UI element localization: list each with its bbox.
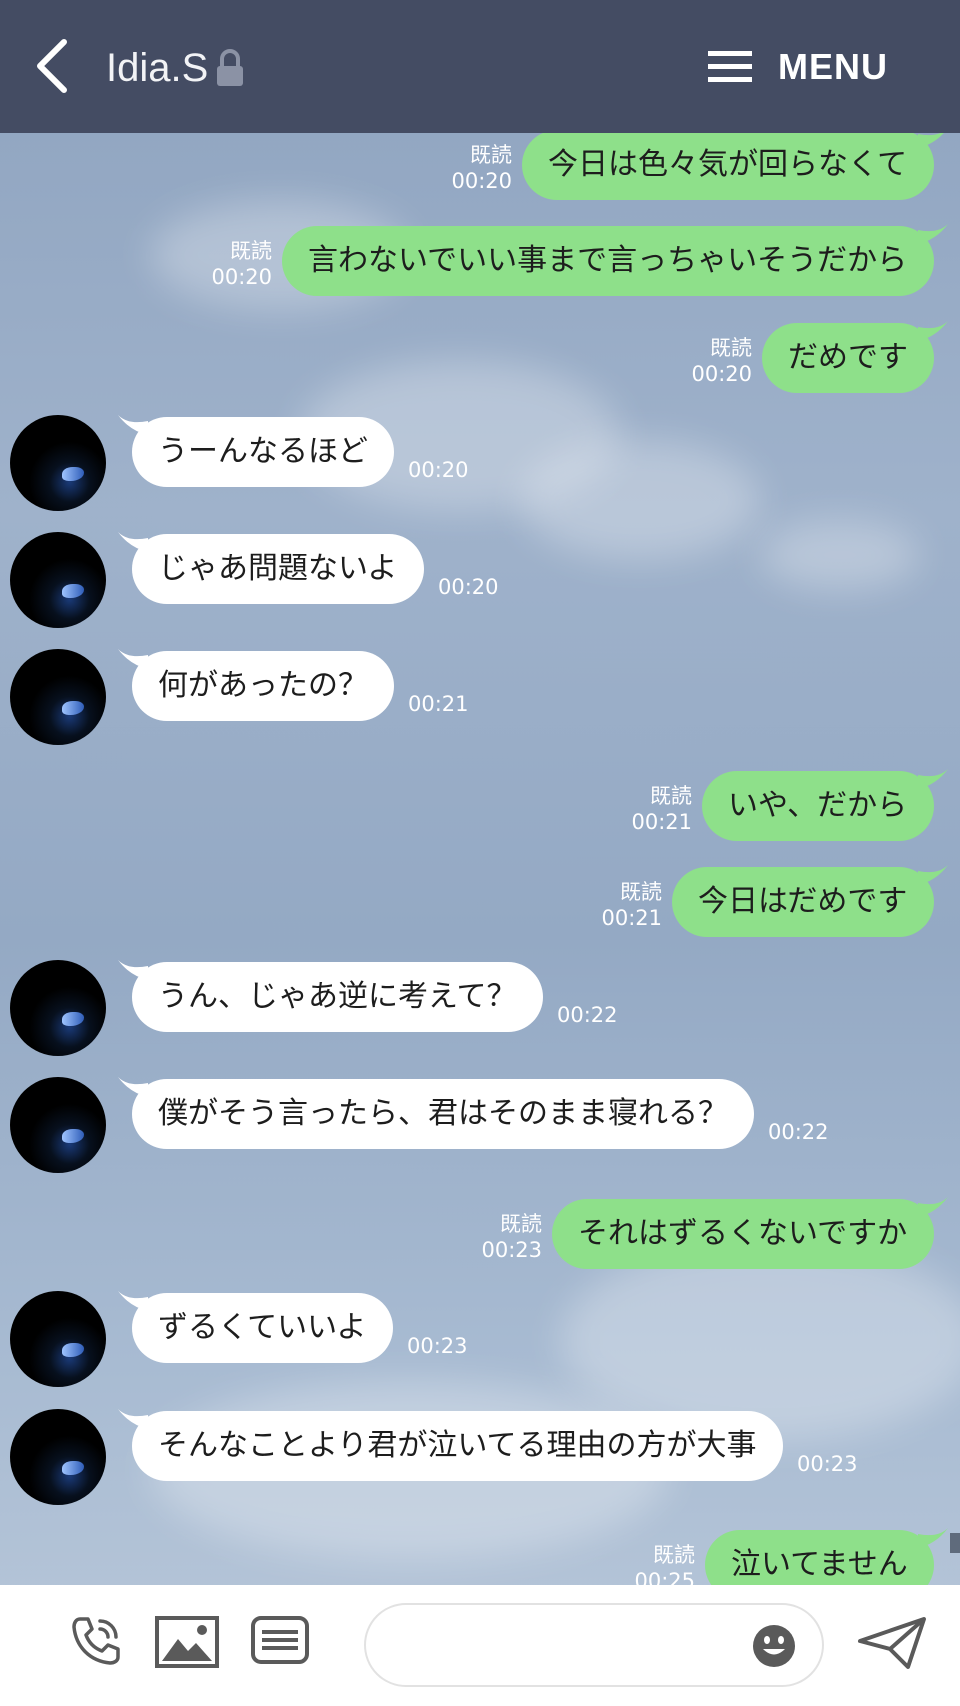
send-icon[interactable] <box>856 1615 928 1671</box>
message-meta: 既読 00:20 <box>412 142 512 194</box>
avatar[interactable] <box>10 415 106 511</box>
message-bubble[interactable]: 何があったの？ <box>132 651 394 721</box>
message-time: 00:23 <box>797 1452 858 1476</box>
message-bubble[interactable]: だめです <box>762 323 934 393</box>
message-meta: 既読 00:25 <box>595 1542 695 1585</box>
avatar[interactable] <box>10 1291 106 1387</box>
message-bubble[interactable]: それはずるくないですか <box>552 1199 934 1269</box>
message-time: 00:22 <box>557 1003 618 1027</box>
avatar[interactable] <box>10 960 106 1056</box>
message-bubble[interactable]: いや、だから <box>702 771 934 841</box>
message-meta: 既読 00:20 <box>172 238 272 290</box>
menu-button[interactable]: MENU <box>708 36 888 98</box>
message-time: 00:25 <box>634 1569 695 1585</box>
input-bar <box>0 1585 960 1706</box>
message-time: 00:21 <box>601 906 662 930</box>
message-bubble[interactable]: そんなことより君が泣いてる理由の方が大事 <box>132 1411 783 1481</box>
message-bubble[interactable]: じゃあ問題ないよ <box>132 534 424 604</box>
chat-title-area[interactable]: Idia.S <box>106 38 248 98</box>
read-receipt: 既読 <box>500 1212 542 1236</box>
avatar[interactable] <box>10 649 106 745</box>
smile-icon[interactable] <box>752 1624 796 1668</box>
read-receipt: 既読 <box>620 880 662 904</box>
chat-header: Idia.S MENU <box>0 0 960 133</box>
message-time: 00:20 <box>451 169 512 193</box>
message-time: 00:21 <box>631 810 692 834</box>
read-receipt: 既読 <box>230 239 272 263</box>
scrollbar-thumb[interactable] <box>950 1533 960 1553</box>
read-receipt: 既読 <box>650 784 692 808</box>
message-meta: 既読 00:20 <box>652 335 752 387</box>
message-input[interactable] <box>364 1603 824 1687</box>
avatar[interactable] <box>10 1077 106 1173</box>
message-bubble[interactable]: 今日は色々気が回らなくて <box>522 133 934 200</box>
menu-label: MENU <box>778 46 888 87</box>
message-bubble[interactable]: 僕がそう言ったら、君はそのまま寝れる？ <box>132 1079 754 1149</box>
chat-title: Idia.S <box>106 45 209 90</box>
message-meta: 既読 00:21 <box>562 879 662 931</box>
message-bubble[interactable]: うん、じゃあ逆に考えて？ <box>132 962 543 1032</box>
message-time: 00:22 <box>768 1120 829 1144</box>
message-time: 00:20 <box>408 458 469 482</box>
message-time: 00:20 <box>438 575 499 599</box>
message-time: 00:20 <box>211 265 272 289</box>
read-receipt: 既読 <box>710 336 752 360</box>
lock-icon <box>217 49 244 86</box>
message-time: 00:21 <box>408 692 469 716</box>
message-meta: 既読 00:21 <box>592 783 692 835</box>
avatar[interactable] <box>10 532 106 628</box>
image-icon[interactable] <box>154 1615 220 1669</box>
message-bubble[interactable]: 言わないでいい事まで言っちゃいそうだから <box>282 226 934 296</box>
message-time: 00:23 <box>407 1334 468 1358</box>
back-arrow-icon[interactable] <box>30 36 80 96</box>
read-receipt: 既読 <box>470 143 512 167</box>
message-bubble[interactable]: 泣いてません <box>705 1530 934 1585</box>
hamburger-menu-icon <box>708 51 752 82</box>
message-time: 00:20 <box>691 362 752 386</box>
message-bubble[interactable]: ずるくていいよ <box>132 1293 393 1363</box>
message-bubble[interactable]: うーんなるほど <box>132 417 394 487</box>
message-meta: 既読 00:23 <box>442 1211 542 1263</box>
read-receipt: 既読 <box>653 1543 695 1567</box>
message-time: 00:23 <box>481 1238 542 1262</box>
message-bubble[interactable]: 今日はだめです <box>672 867 934 937</box>
keyboard-icon[interactable] <box>250 1615 310 1665</box>
chat-area[interactable]: 既読 00:20 今日は色々気が回らなくて 既読 00:20 言わないでいい事まで言っちゃ… <box>0 133 960 1585</box>
avatar[interactable] <box>10 1409 106 1505</box>
phone-icon[interactable] <box>68 1613 124 1669</box>
